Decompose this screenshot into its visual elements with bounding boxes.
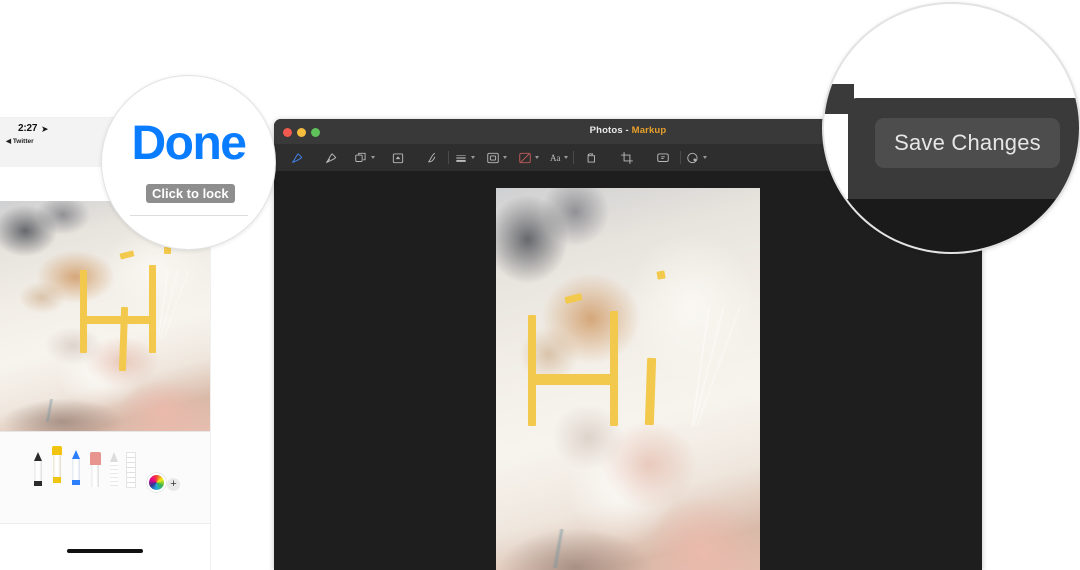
rotate-left-tool[interactable] bbox=[579, 144, 603, 171]
back-app-label: Twitter bbox=[12, 138, 34, 145]
home-indicator bbox=[67, 549, 143, 553]
border-color-tool[interactable] bbox=[486, 144, 507, 171]
done-callout: Done Click to lock bbox=[101, 75, 276, 250]
toolbar-divider bbox=[448, 151, 449, 164]
done-button-zoomed[interactable]: Done bbox=[102, 116, 275, 171]
crop-tool[interactable] bbox=[615, 144, 639, 171]
fill-color-tool[interactable] bbox=[518, 144, 539, 171]
sketch-tool[interactable] bbox=[286, 144, 308, 171]
hi-stroke-h-right bbox=[149, 265, 157, 353]
magnify-tool[interactable] bbox=[387, 144, 409, 171]
shapes-tool[interactable] bbox=[354, 144, 375, 171]
toolbar-divider bbox=[679, 151, 681, 164]
chevron-down-icon bbox=[535, 156, 539, 159]
hair-strand bbox=[501, 528, 639, 569]
back-chevron-icon: ◀ bbox=[6, 138, 11, 145]
chevron-down-icon bbox=[702, 156, 707, 159]
window-title-app: Photos bbox=[589, 125, 623, 136]
hi-stroke-h-left bbox=[79, 270, 87, 353]
save-changes-button[interactable]: Save Changes bbox=[875, 118, 1060, 168]
eraser-tool[interactable] bbox=[90, 452, 101, 494]
ios-back-to-app[interactable]: ◀ Twitter bbox=[6, 137, 34, 145]
window-title-separator: - bbox=[622, 125, 632, 136]
pen-tool[interactable] bbox=[33, 452, 43, 494]
click-to-lock-tooltip: Click to lock bbox=[146, 184, 235, 203]
cat-image-large bbox=[496, 188, 760, 570]
cat-whiskers bbox=[649, 306, 760, 426]
chevron-down-icon bbox=[471, 156, 475, 159]
markup-photo[interactable] bbox=[496, 188, 760, 570]
lasso-tool[interactable] bbox=[109, 452, 119, 494]
ruler-tool[interactable] bbox=[126, 452, 136, 494]
text-style-label: Aa bbox=[550, 152, 561, 163]
chevron-down-icon bbox=[371, 156, 375, 159]
toolbar-divider bbox=[572, 151, 574, 164]
hi-stroke-h-right bbox=[609, 310, 619, 426]
chevron-down-icon bbox=[563, 156, 568, 159]
hair-strand bbox=[4, 398, 114, 422]
window-title-mode: Markup bbox=[631, 125, 667, 136]
draw-tool[interactable] bbox=[320, 144, 342, 171]
annotate-tool[interactable] bbox=[651, 144, 675, 171]
callout-canvas-area bbox=[824, 199, 1079, 252]
chevron-down-icon bbox=[503, 156, 507, 159]
signature-tool[interactable] bbox=[421, 144, 443, 171]
location-arrow-icon: ➤ bbox=[41, 124, 49, 134]
hi-stroke-h-cross bbox=[79, 316, 156, 325]
shape-style-tool[interactable] bbox=[454, 144, 475, 171]
callout-underline bbox=[130, 215, 248, 216]
ios-clock: 2:27 bbox=[18, 123, 38, 134]
hi-stroke-h-cross bbox=[527, 374, 615, 385]
highlighter-tool[interactable] bbox=[52, 446, 62, 494]
save-changes-label: Save Changes bbox=[894, 130, 1041, 155]
cat-whiskers bbox=[121, 270, 210, 339]
add-tool-button[interactable]: + bbox=[167, 478, 180, 491]
color-picker-wheel[interactable] bbox=[147, 473, 166, 492]
marker-tool[interactable] bbox=[71, 450, 81, 494]
adjust-color-tool[interactable] bbox=[686, 144, 707, 171]
text-style-tool[interactable]: Aa bbox=[550, 144, 568, 171]
ios-home-area bbox=[0, 523, 210, 570]
save-sheet-panel: Save Changes bbox=[848, 98, 1079, 199]
screenshot-stage: 2:27 ➤ ◀ Twitter + Photos - Markup Aa Do… bbox=[0, 0, 1080, 570]
save-changes-callout: Save Changes bbox=[822, 2, 1080, 254]
hi-stroke-h-left bbox=[527, 314, 537, 426]
ios-markup-toolbar[interactable]: + bbox=[0, 431, 210, 524]
